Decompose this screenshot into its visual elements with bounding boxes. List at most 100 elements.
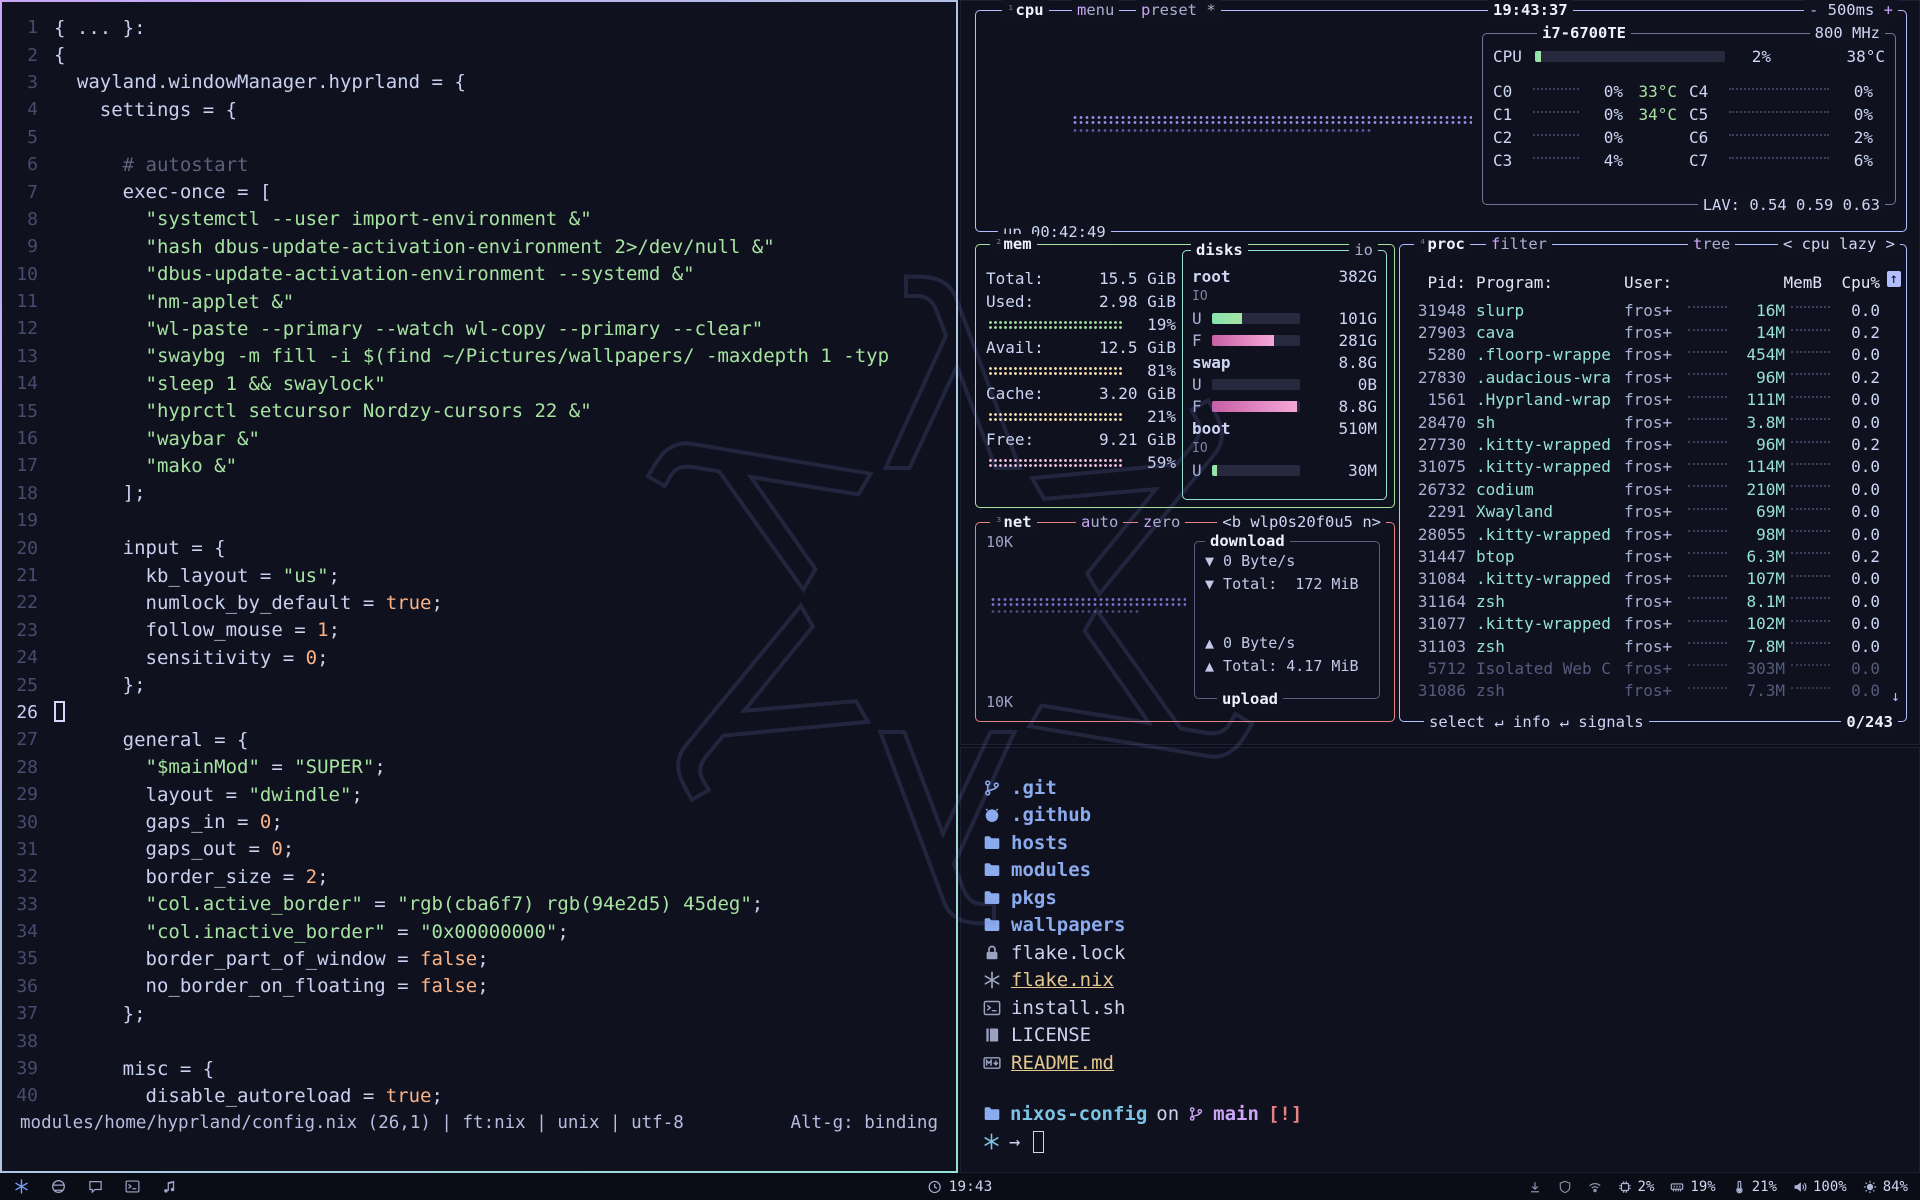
editor-line[interactable]: 35 border_part_of_window = false; [2, 945, 956, 972]
editor-line[interactable]: 21 kb_layout = "us"; [2, 562, 956, 589]
proc-filter-button[interactable]: filter [1486, 234, 1552, 254]
line-number: 35 [2, 948, 54, 969]
process-row[interactable]: 31086zshfros+7.3M0.0 [1410, 680, 1880, 702]
editor-line[interactable]: 8 "systemctl --user import-environment &… [2, 206, 956, 233]
editor-line[interactable]: 23 follow_mouse = 1; [2, 617, 956, 644]
editor-line[interactable]: 7 exec-once = [ [2, 178, 956, 205]
editor-line[interactable]: 39 misc = { [2, 1055, 956, 1082]
editor-line[interactable]: 2{ [2, 41, 956, 68]
process-row[interactable]: 27830.audacious-wrafros+96M0.2 [1410, 366, 1880, 388]
tray-arrow-down-icon[interactable] [1528, 1180, 1542, 1194]
net-zero-button[interactable]: zero [1138, 512, 1185, 532]
process-row[interactable]: 1561.Hyprland-wrapfros+111M0.0 [1410, 389, 1880, 411]
editor-line[interactable]: 15 "hyprctl setcursor Nordzy-cursors 22 … [2, 397, 956, 424]
proc-tree-button[interactable]: tree [1688, 234, 1735, 254]
stat-brightness[interactable]: 84% [1863, 1179, 1908, 1195]
proc-sort-selector[interactable]: < cpu lazy > [1778, 234, 1900, 254]
editor-line[interactable]: 17 "mako &" [2, 452, 956, 479]
tray-network-icon[interactable] [1588, 1180, 1602, 1194]
file-entry: LICENSE [983, 1022, 1919, 1050]
editor-line[interactable]: 30 gaps_in = 0; [2, 808, 956, 835]
editor-line[interactable]: 26 [2, 699, 956, 726]
process-row[interactable]: 31075.kitty-wrappedfros+114M0.0 [1410, 456, 1880, 478]
editor-line[interactable]: 36 no_border_on_floating = false; [2, 973, 956, 1000]
editor-line[interactable]: 16 "waybar &" [2, 425, 956, 452]
editor-line[interactable]: 24 sensitivity = 0; [2, 644, 956, 671]
editor-line[interactable]: 28 "$mainMod" = "SUPER"; [2, 754, 956, 781]
line-content: "systemctl --user import-environment &" [54, 208, 592, 230]
process-row[interactable]: 28055.kitty-wrappedfros+98M0.0 [1410, 523, 1880, 545]
editor-line[interactable]: 1{ ... }: [2, 14, 956, 41]
scroll-down-icon[interactable]: ↓ [1891, 687, 1900, 705]
stat-temperature[interactable]: 21% [1732, 1179, 1777, 1195]
folder-icon [983, 916, 1001, 934]
line-content: "col.active_border" = "rgb(cba6f7) rgb(9… [54, 893, 763, 915]
editor-buffer[interactable]: 1{ ... }:2{3 wayland.windowManager.hyprl… [2, 2, 956, 1110]
process-row[interactable]: 31084.kitty-wrappedfros+107M0.0 [1410, 568, 1880, 590]
file-name: LICENSE [1011, 1024, 1091, 1046]
editor-line[interactable]: 5 [2, 124, 956, 151]
line-content: border_size = 2; [54, 866, 329, 888]
disk-meter-row: F8.8G [1192, 395, 1377, 417]
editor-line[interactable]: 18 ]; [2, 480, 956, 507]
preset-button[interactable]: preset * [1136, 0, 1221, 20]
line-content: "sleep 1 && swaylock" [54, 373, 386, 395]
clock-module[interactable]: 19:43 [928, 1179, 993, 1195]
editor-line[interactable]: 14 "sleep 1 && swaylock" [2, 370, 956, 397]
process-row[interactable]: 27730.kitty-wrappedfros+96M0.2 [1410, 433, 1880, 455]
update-interval-control[interactable]: - 500ms + [1804, 0, 1898, 20]
disks-io-toggle[interactable]: io [1349, 240, 1378, 260]
editor-line[interactable]: 29 layout = "dwindle"; [2, 781, 956, 808]
process-row[interactable]: 2291Xwaylandfros+69M0.0 [1410, 501, 1880, 523]
editor-line[interactable]: 20 input = { [2, 534, 956, 561]
stat-volume[interactable]: 100% [1793, 1179, 1847, 1195]
editor-line[interactable]: 40 disable_autoreload = true; [2, 1082, 956, 1109]
editor-line[interactable]: 34 "col.inactive_border" = "0x00000000"; [2, 918, 956, 945]
process-row[interactable]: 31077.kitty-wrappedfros+102M0.0 [1410, 612, 1880, 634]
workspace-chat[interactable] [88, 1179, 103, 1194]
editor-line[interactable]: 9 "hash dbus-update-activation-environme… [2, 233, 956, 260]
net-auto-button[interactable]: auto [1076, 512, 1123, 532]
editor-line[interactable]: 33 "col.active_border" = "rgb(cba6f7) rg… [2, 891, 956, 918]
editor-line[interactable]: 31 gaps_out = 0; [2, 836, 956, 863]
editor-line[interactable]: 3 wayland.windowManager.hyprland = { [2, 69, 956, 96]
shell-input-line[interactable]: → [983, 1131, 1919, 1153]
menu-button[interactable]: menu [1072, 0, 1119, 20]
process-row[interactable]: 31103zshfros+7.8M0.0 [1410, 635, 1880, 657]
cpu-core-row: C00%33°CC40% [1493, 80, 1885, 103]
stat-cpu[interactable]: 2% [1618, 1179, 1655, 1195]
process-row[interactable]: 31948slurpfros+16M0.0 [1410, 299, 1880, 321]
proc-footer-actions[interactable]: select ↵ info ↵ signals [1424, 712, 1649, 732]
process-row[interactable]: 26732codiumfros+210M0.0 [1410, 478, 1880, 500]
workspace-music[interactable] [162, 1179, 177, 1194]
editor-line[interactable]: 32 border_size = 2; [2, 863, 956, 890]
process-table-header[interactable]: Pid: Program: User: MemB Cpu% [1410, 273, 1880, 292]
download-total: ▼ Total: 172 MiB [1205, 575, 1371, 593]
editor-line[interactable]: 4 settings = { [2, 96, 956, 123]
editor-line[interactable]: 11 "nm-applet &" [2, 288, 956, 315]
workspace-browser[interactable] [51, 1179, 66, 1194]
editor-line[interactable]: 13 "swaybg -m fill -i $(find ~/Pictures/… [2, 343, 956, 370]
workspace-terminal[interactable] [125, 1179, 140, 1194]
process-row[interactable]: 28470shfros+3.8M0.0 [1410, 411, 1880, 433]
scroll-up-icon[interactable]: ↑ [1887, 271, 1901, 287]
editor-line[interactable]: 10 "dbus-update-activation-environment -… [2, 261, 956, 288]
process-row[interactable]: 31164zshfros+8.1M0.0 [1410, 590, 1880, 612]
net-interface-selector[interactable]: <b wlp0s20f0u5 n> [1217, 512, 1386, 532]
process-row[interactable]: 5712Isolated Web Cfros+303M0.0 [1410, 657, 1880, 679]
tray-shield-icon[interactable] [1558, 1180, 1572, 1194]
process-row[interactable]: 27903cavafros+14M0.2 [1410, 321, 1880, 343]
editor-line[interactable]: 12 "wl-paste --primary --watch wl-copy -… [2, 315, 956, 342]
editor-line[interactable]: 22 numlock_by_default = true; [2, 589, 956, 616]
stat-memory[interactable]: 19% [1670, 1179, 1715, 1195]
line-number: 32 [2, 866, 54, 887]
editor-line[interactable]: 38 [2, 1027, 956, 1054]
nixos-logo[interactable] [14, 1179, 29, 1194]
process-row[interactable]: 31447btopfros+6.3M0.2 [1410, 545, 1880, 567]
editor-line[interactable]: 6 # autostart [2, 151, 956, 178]
editor-line[interactable]: 37 }; [2, 1000, 956, 1027]
editor-line[interactable]: 19 [2, 507, 956, 534]
editor-line[interactable]: 27 general = { [2, 726, 956, 753]
process-row[interactable]: 5280.floorp-wrappefros+454M0.0 [1410, 344, 1880, 366]
editor-line[interactable]: 25 }; [2, 671, 956, 698]
